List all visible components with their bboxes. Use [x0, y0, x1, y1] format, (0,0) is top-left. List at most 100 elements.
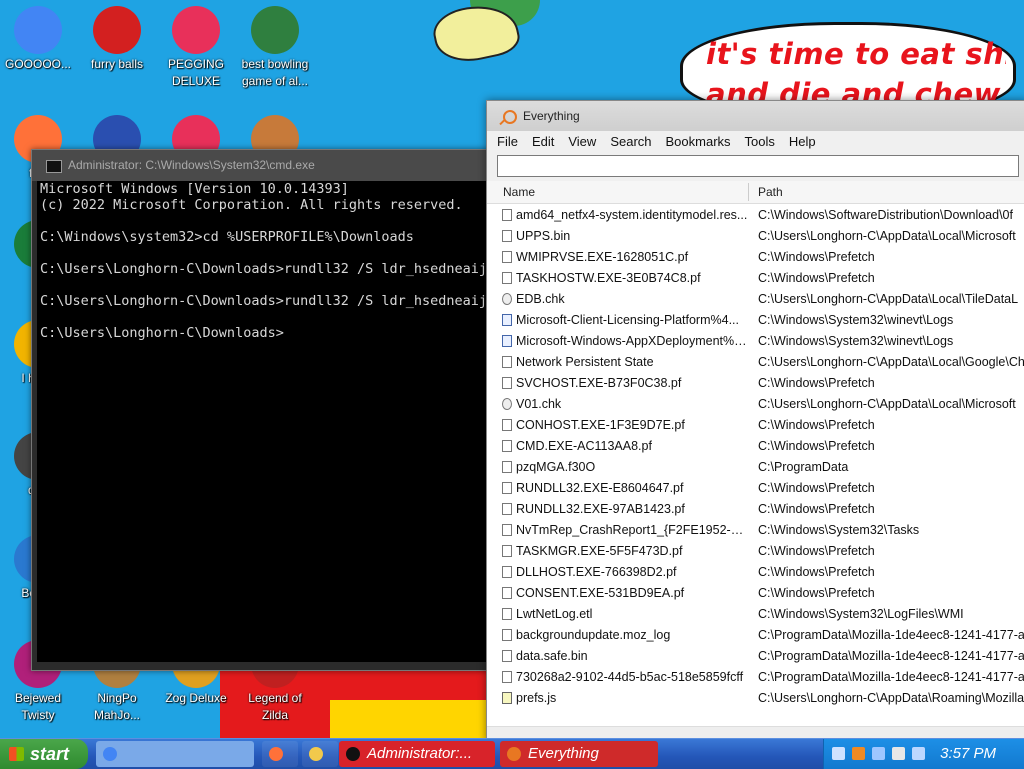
result-name: backgroundupdate.moz_log	[516, 628, 671, 642]
cmd-titlebar[interactable]: Administrator: C:\Windows\System32\cmd.e…	[32, 150, 490, 181]
file-icon	[502, 440, 512, 452]
console-line: (c) 2022 Microsoft Corporation. All righ…	[40, 197, 463, 213]
result-row[interactable]: WMIPRVSE.EXE-1628051C.pf C:\Windows\Prefe…	[487, 247, 1024, 268]
result-row[interactable]: SVCHOST.EXE-B73F0C38.pf C:\Windows\Prefet…	[487, 373, 1024, 394]
desktop-icon[interactable]: furry balls	[79, 6, 155, 73]
tray-speaker-icon[interactable]	[892, 747, 905, 760]
result-row[interactable]: Network Persistent State C:\Users\Longhor…	[487, 352, 1024, 373]
menu-tools[interactable]: Tools	[745, 131, 775, 153]
file-icon	[502, 272, 512, 284]
result-row[interactable]: pzqMGA.f30O C:\ProgramData	[487, 457, 1024, 478]
menu-file[interactable]: File	[497, 131, 518, 153]
windows-flag-icon	[9, 747, 24, 761]
menu-view[interactable]: View	[568, 131, 596, 153]
result-name: TASKMGR.EXE-5F5F473D.pf	[516, 544, 683, 558]
result-row[interactable]: amd64_netfx4-system.identitymodel.res...…	[487, 205, 1024, 226]
tray-up-arrow-icon[interactable]	[832, 747, 845, 760]
column-header-path[interactable]: Path	[758, 181, 783, 203]
column-divider[interactable]	[748, 183, 749, 201]
console-line: C:\Users\Longhorn-C\Downloads>rundll32 /…	[40, 293, 490, 309]
taskbar-button-label: Administrator:...	[367, 745, 473, 762]
result-name: CMD.EXE-AC113AA8.pf	[516, 439, 652, 453]
result-name: amd64_netfx4-system.identitymodel.res...	[516, 208, 748, 222]
result-path: C:\Windows\Prefetch	[758, 586, 875, 600]
settings-file-icon	[502, 293, 512, 305]
result-name: 730268a2-9102-44d5-b5ac-518e5859fcff	[516, 670, 744, 684]
result-name: DLLHOST.EXE-766398D2.pf	[516, 565, 677, 579]
result-row[interactable]: RUNDLL32.EXE-E8604647.pf C:\Windows\Prefe…	[487, 478, 1024, 499]
results-list: amd64_netfx4-system.identitymodel.res...…	[487, 205, 1024, 709]
desktop-icon-label: best bowling game of al...	[241, 57, 309, 88]
result-path: C:\Windows\System32\LogFiles\WMI	[758, 607, 964, 621]
desktop-icon[interactable]: GOOOOO...	[0, 6, 76, 73]
script-file-icon	[502, 692, 512, 704]
result-path: C:\Windows\Prefetch	[758, 418, 875, 432]
result-row[interactable]: 730268a2-9102-44d5-b5ac-518e5859fcff C:\P…	[487, 667, 1024, 688]
search-icon	[507, 747, 521, 761]
menu-search[interactable]: Search	[610, 131, 651, 153]
result-row[interactable]: DLLHOST.EXE-766398D2.pf C:\Windows\Prefet…	[487, 562, 1024, 583]
taskbar-button[interactable]: Everything	[500, 741, 658, 767]
column-header-name[interactable]: Name	[503, 181, 535, 203]
menu-help[interactable]: Help	[789, 131, 816, 153]
start-button[interactable]: start	[0, 739, 88, 769]
result-path: C:\Windows\SoftwareDistribution\Download…	[758, 208, 1013, 222]
desktop-icon[interactable]: PEGGING DELUXE	[158, 6, 234, 90]
result-path: C:\Windows\System32\Tasks	[758, 523, 920, 537]
result-row[interactable]: Microsoft-Client-Licensing-Platform%4...…	[487, 310, 1024, 331]
result-row[interactable]: TASKMGR.EXE-5F5F473D.pf C:\Windows\Prefet…	[487, 541, 1024, 562]
search-input[interactable]	[497, 155, 1019, 177]
result-row[interactable]: TASKHOSTW.EXE-3E0B74C8.pf C:\Windows\Pref…	[487, 268, 1024, 289]
taskbar-button[interactable]	[262, 741, 298, 767]
taskbar-button[interactable]	[302, 741, 338, 767]
result-row[interactable]: RUNDLL32.EXE-97AB1423.pf C:\Windows\Prefe…	[487, 499, 1024, 520]
result-name: Network Persistent State	[516, 355, 654, 369]
result-row[interactable]: UPPS.bin C:\Users\Longhorn-C\AppData\Loca…	[487, 226, 1024, 247]
result-name: pzqMGA.f30O	[516, 460, 596, 474]
file-icon	[502, 209, 512, 221]
menu-bookmarks[interactable]: Bookmarks	[666, 131, 731, 153]
cmd-title-text: Administrator: C:\Windows\System32\cmd.e…	[68, 158, 315, 172]
result-row[interactable]: data.safe.bin C:\ProgramData\Mozilla-1de4…	[487, 646, 1024, 667]
result-row[interactable]: NvTmRep_CrashReport1_{F2FE1952-018... C:\…	[487, 520, 1024, 541]
tray-display-icon[interactable]	[912, 747, 925, 760]
cmd-window[interactable]: Administrator: C:\Windows\System32\cmd.e…	[31, 149, 491, 671]
result-path: C:\Windows\Prefetch	[758, 250, 875, 264]
file-icon	[502, 482, 512, 494]
taskbar-button[interactable]	[96, 741, 254, 767]
result-name: V01.chk	[516, 397, 562, 411]
everything-window[interactable]: Everything File Edit View Search Bookmarks To…	[486, 100, 1024, 742]
result-row[interactable]: EDB.chk C:\Users\Longhorn-C\AppData\Local…	[487, 289, 1024, 310]
tray-app-icon[interactable]	[852, 747, 865, 760]
result-name: RUNDLL32.EXE-97AB1423.pf	[516, 502, 685, 516]
result-row[interactable]: CMD.EXE-AC113AA8.pf C:\Windows\Prefetch	[487, 436, 1024, 457]
result-row[interactable]: LwtNetLog.etl C:\Windows\System32\LogFile…	[487, 604, 1024, 625]
desktop-icon[interactable]: best bowling game of al...	[237, 6, 313, 90]
cmd-console[interactable]: Microsoft Windows [Version 10.0.14393] (c…	[37, 181, 490, 662]
result-path: C:\Windows\Prefetch	[758, 544, 875, 558]
result-path: C:\Windows\Prefetch	[758, 481, 875, 495]
result-row[interactable]: prefs.js C:\Users\Longhorn-C\AppData\Roam…	[487, 688, 1024, 709]
result-row[interactable]: CONSENT.EXE-531BD9EA.pf C:\Windows\Prefet…	[487, 583, 1024, 604]
result-path: C:\Windows\Prefetch	[758, 502, 875, 516]
file-icon	[502, 377, 512, 389]
result-row[interactable]: backgroundupdate.moz_log C:\ProgramData\M…	[487, 625, 1024, 646]
menu-edit[interactable]: Edit	[532, 131, 554, 153]
log-file-icon	[502, 314, 512, 326]
file-icon	[502, 230, 512, 242]
clock[interactable]: 3:57 PM	[940, 739, 996, 769]
console-line: C:\Users\Longhorn-C\Downloads>rundll32 /…	[40, 261, 490, 277]
tray-network-icon[interactable]	[872, 747, 885, 760]
result-path: C:\Windows\Prefetch	[758, 439, 875, 453]
result-row[interactable]: V01.chk C:\Users\Longhorn-C\AppData\Local…	[487, 394, 1024, 415]
result-path: C:\ProgramData\Mozilla-1de4eec8-1241-417…	[758, 628, 1024, 642]
result-row[interactable]: CONHOST.EXE-1F3E9D7E.pf C:\Windows\Prefet…	[487, 415, 1024, 436]
taskbar-button[interactable]: Administrator:...	[339, 741, 495, 767]
everything-titlebar[interactable]: Everything	[487, 101, 1024, 131]
result-row[interactable]: Microsoft-Windows-AppXDeployment%4... C:\…	[487, 331, 1024, 352]
result-name: EDB.chk	[516, 292, 565, 306]
